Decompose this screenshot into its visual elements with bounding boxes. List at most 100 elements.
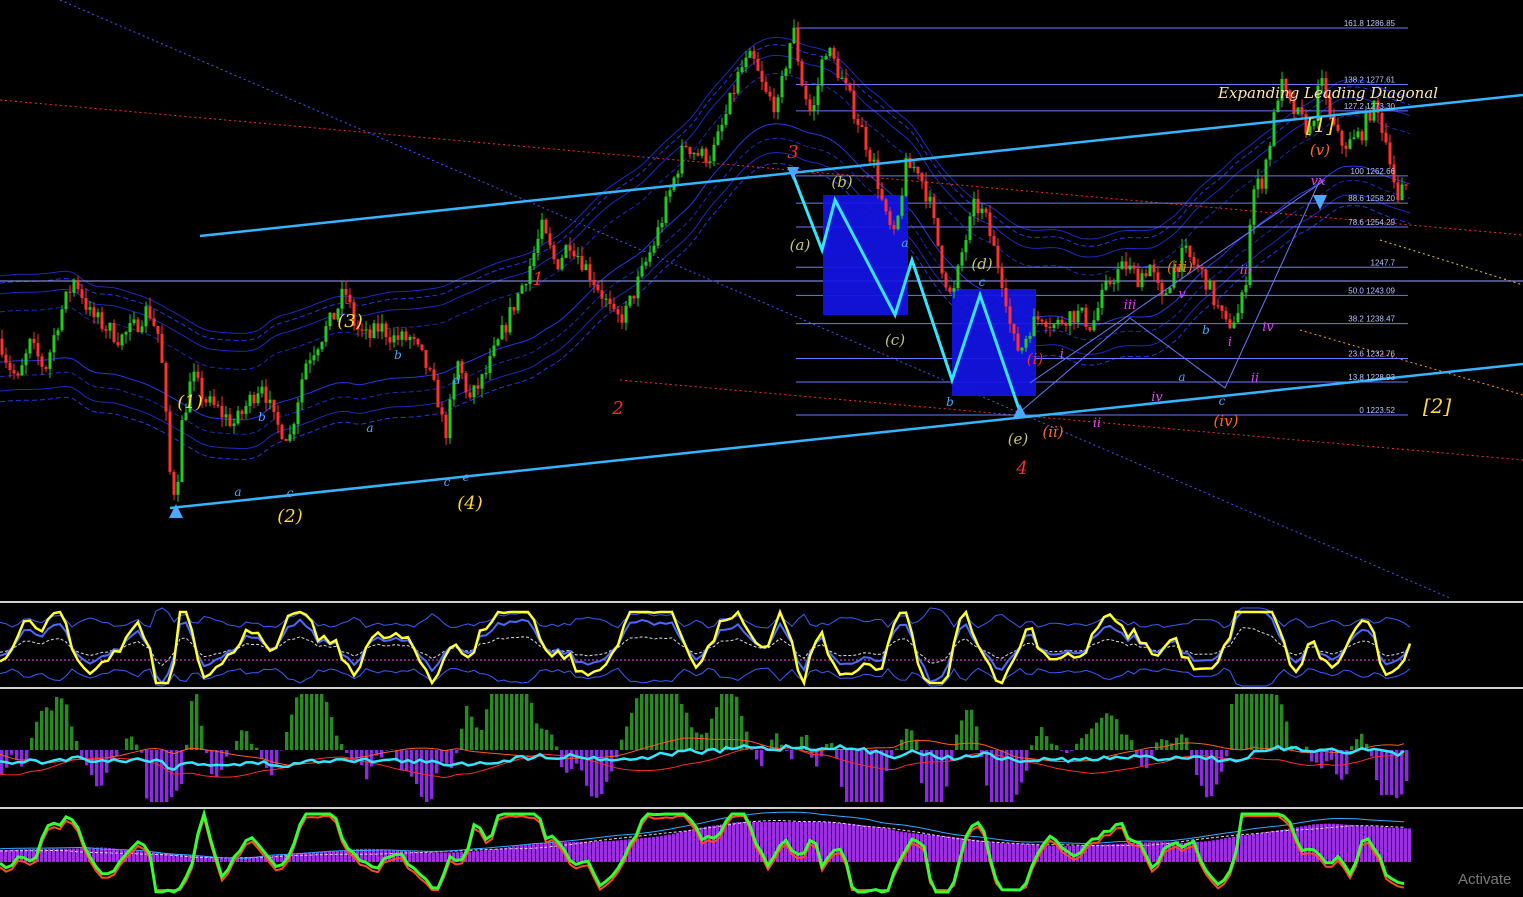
candle-body — [576, 255, 580, 258]
candle-body — [64, 291, 68, 310]
histogram-bar — [1395, 750, 1399, 799]
histogram-bar — [180, 750, 184, 785]
histogram-bar — [976, 840, 979, 862]
histogram-bar — [688, 830, 691, 862]
histogram-bar — [664, 835, 667, 862]
histogram-bar — [480, 730, 484, 750]
histogram-bar — [1045, 736, 1049, 750]
wave-label: c — [979, 275, 986, 289]
candle-body — [0, 338, 4, 355]
histogram-bar — [440, 750, 444, 763]
candle-body — [936, 218, 940, 246]
histogram-bar — [1285, 721, 1289, 750]
histogram-bar — [1384, 827, 1387, 862]
candle-body — [1256, 178, 1260, 190]
histogram-bar — [455, 750, 459, 754]
histogram-bar — [365, 750, 369, 780]
candle-body — [140, 326, 144, 332]
histogram-bar — [1020, 843, 1023, 862]
histogram-bar — [40, 710, 44, 750]
candle-body — [136, 319, 140, 332]
histogram-bar — [1348, 824, 1351, 862]
histogram-bar — [1280, 704, 1284, 750]
wave-label: ii — [1093, 416, 1101, 431]
candle-body — [568, 245, 572, 251]
histogram-bar — [1188, 842, 1191, 862]
candle-body — [544, 219, 548, 234]
candle-body — [260, 386, 264, 394]
candle-body — [1120, 261, 1124, 270]
candle-body — [168, 411, 172, 472]
histogram-bar — [316, 851, 319, 862]
candle-body — [1092, 320, 1096, 331]
histogram-bar — [145, 750, 149, 799]
candle-body — [268, 399, 272, 403]
candle-body — [468, 392, 472, 398]
histogram-bar — [690, 727, 694, 750]
histogram-bar — [330, 717, 334, 750]
candle-body — [180, 420, 184, 482]
histogram-bar — [465, 705, 469, 750]
histogram-bar — [740, 822, 743, 862]
candle-body — [616, 309, 620, 315]
histogram-bar — [1276, 830, 1279, 862]
histogram-bar — [1124, 843, 1127, 862]
histogram-bar — [1260, 694, 1264, 750]
candle-body — [1108, 281, 1112, 284]
candle-body — [1072, 311, 1076, 323]
candle-body — [448, 399, 452, 439]
candle-body — [788, 43, 792, 69]
candle-body — [1340, 130, 1344, 146]
histogram-bar — [115, 750, 119, 757]
candle-body — [816, 85, 820, 106]
histogram-bar — [1180, 734, 1184, 750]
histogram-bar — [295, 697, 299, 750]
histogram-bar — [490, 694, 494, 750]
histogram-bar — [8, 849, 11, 862]
candle-body — [412, 337, 416, 339]
histogram-bar — [736, 822, 739, 862]
candle-body — [196, 371, 200, 378]
fib-level-label: 38.2 1238.47 — [1348, 315, 1395, 324]
candle-body — [432, 369, 436, 380]
histogram-bar — [80, 848, 83, 862]
candle-body — [596, 284, 600, 291]
candle-body — [1276, 100, 1280, 113]
histogram-bar — [580, 841, 583, 862]
histogram-bar — [968, 838, 971, 862]
candle-body — [1164, 293, 1168, 296]
histogram-bar — [1248, 834, 1251, 862]
candle-body — [636, 276, 640, 299]
histogram-bar — [1116, 843, 1119, 862]
histogram-bar — [855, 750, 859, 802]
histogram-bar — [135, 744, 139, 750]
candle-body — [592, 279, 596, 285]
histogram-bar — [1185, 737, 1189, 750]
candle-body — [212, 396, 216, 405]
candle-body — [300, 379, 304, 403]
histogram-bar — [505, 694, 509, 750]
histogram-bar — [100, 750, 104, 786]
candle-body — [472, 385, 476, 398]
histogram-bar — [436, 852, 439, 862]
histogram-bar — [1268, 831, 1271, 862]
candle-body — [24, 353, 28, 366]
candle-body — [484, 372, 488, 375]
histogram-bar — [1355, 739, 1359, 750]
wave-label: a — [366, 421, 373, 435]
histogram-bar — [892, 830, 895, 862]
histogram-bar — [1332, 823, 1335, 862]
candle-body — [1244, 285, 1248, 293]
histogram-bar — [1228, 837, 1231, 862]
candle-body — [668, 190, 672, 197]
histogram-bar — [1225, 750, 1229, 757]
candle-body — [160, 333, 164, 363]
candle-body — [1364, 111, 1368, 141]
candle-body — [904, 157, 908, 196]
candle-body — [1068, 311, 1072, 326]
histogram-bar — [492, 849, 495, 862]
candle-body — [1356, 131, 1360, 138]
candle-body — [1088, 326, 1092, 331]
histogram-bar — [424, 852, 427, 862]
histogram-bar — [60, 698, 64, 750]
